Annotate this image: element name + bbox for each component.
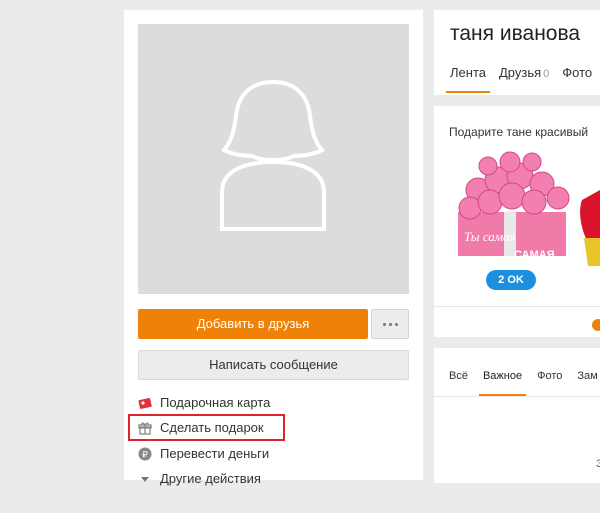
- feed-card: Всё Важное Фото Зам З: [434, 348, 600, 483]
- transfer-money-action[interactable]: ₽ Перевести деньги: [138, 444, 269, 464]
- gift-card-label: Подарочная карта: [160, 395, 271, 410]
- gift-card-text-2: САМАЯ: [514, 249, 555, 261]
- gift-suggestion-title: Подарите тане красивый: [449, 125, 589, 139]
- feed-divider: [434, 396, 600, 397]
- more-dot-icon: [395, 323, 398, 326]
- tab-friends[interactable]: Друзья 0: [499, 65, 549, 80]
- profile-card: Добавить в друзья Написать сообщение Под…: [124, 10, 423, 486]
- feed-tab-photos[interactable]: Фото: [537, 370, 562, 382]
- other-actions-action[interactable]: Другие действия: [138, 469, 261, 489]
- gift-suggestion-card: Подарите тане красивый Ты самая САМАЯ 2 …: [434, 106, 600, 337]
- more-dot-icon: [389, 323, 392, 326]
- feed-tabs: Всё Важное Фото Зам: [449, 370, 600, 396]
- money-icon: ₽: [138, 447, 152, 461]
- profile-tabs: Лента Друзья 0 Фото: [446, 65, 600, 93]
- feed-tab-all[interactable]: Всё: [449, 370, 468, 382]
- transfer-money-label: Перевести деньги: [160, 446, 270, 461]
- avatar[interactable]: [138, 24, 409, 294]
- gift-divider: [434, 306, 600, 307]
- feed-tab-notes[interactable]: Зам: [577, 370, 597, 382]
- gift-price-badge: 2 OK: [486, 270, 536, 290]
- other-actions-label: Другие действия: [160, 471, 261, 486]
- user-silhouette-icon: [220, 79, 326, 231]
- make-gift-label: Сделать подарок: [160, 420, 264, 435]
- write-message-button[interactable]: Написать сообщение: [138, 350, 409, 380]
- more-dot-icon: [383, 323, 386, 326]
- gift-next-indicator[interactable]: [592, 319, 600, 331]
- more-options-button[interactable]: [371, 309, 409, 339]
- gift-roses-image[interactable]: Ты самая САМАЯ: [450, 150, 600, 275]
- profile-header: таня иванова Лента Друзья 0 Фото: [434, 10, 600, 95]
- chevron-down-icon: [138, 472, 152, 486]
- gift-icon: [138, 421, 152, 435]
- add-friend-button[interactable]: Добавить в друзья: [138, 309, 368, 339]
- feed-tab-important[interactable]: Важное: [478, 370, 527, 396]
- make-gift-action[interactable]: Сделать подарок: [138, 418, 264, 438]
- gift-card-icon: [138, 396, 152, 410]
- tab-feed[interactable]: Лента: [446, 65, 490, 93]
- svg-text:₽: ₽: [142, 450, 148, 460]
- friends-count: 0: [543, 68, 550, 80]
- feed-content-stub: З: [596, 458, 600, 470]
- gift-card-text-1: Ты самая: [464, 229, 516, 244]
- profile-name: таня иванова: [450, 22, 581, 45]
- gift-card-action[interactable]: Подарочная карта: [138, 393, 270, 413]
- tab-photos[interactable]: Фото: [562, 65, 592, 80]
